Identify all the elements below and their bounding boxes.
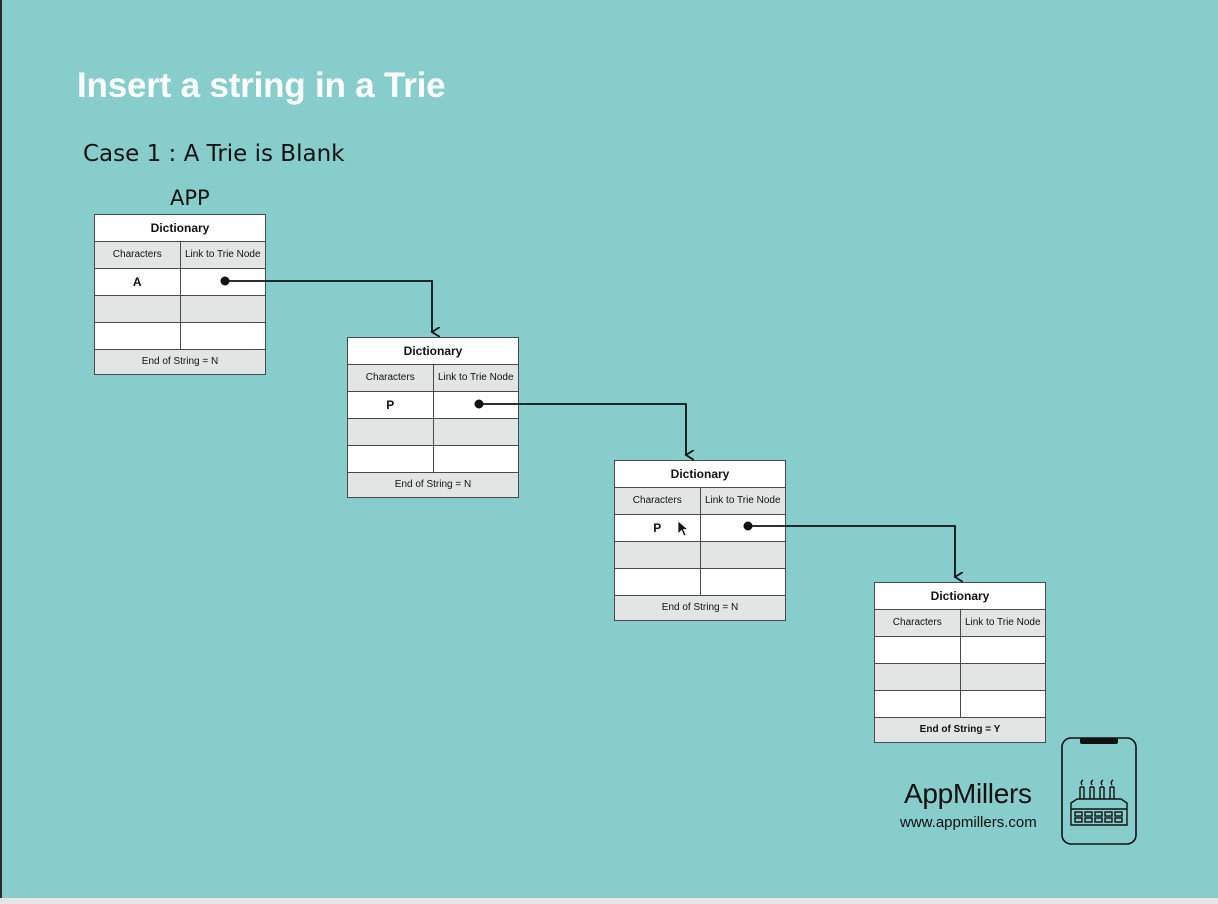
link-2-to-3: [474, 399, 687, 456]
link-arrow: [225, 280, 432, 332]
factory-phone-icon: [1061, 737, 1137, 845]
mouse-pointer-icon: [677, 520, 689, 537]
link-1-to-2: [220, 276, 433, 333]
brand-name: AppMillers: [904, 778, 1032, 809]
link-3-to-4: [743, 521, 956, 578]
slide: Insert a string in a Trie Case 1 : A Tri…: [0, 0, 1218, 904]
brand-url: www.appmillers.com: [900, 814, 1037, 831]
link-arrow: [479, 403, 686, 455]
link-arrow: [748, 525, 955, 577]
node-links: [220, 276, 1218, 904]
